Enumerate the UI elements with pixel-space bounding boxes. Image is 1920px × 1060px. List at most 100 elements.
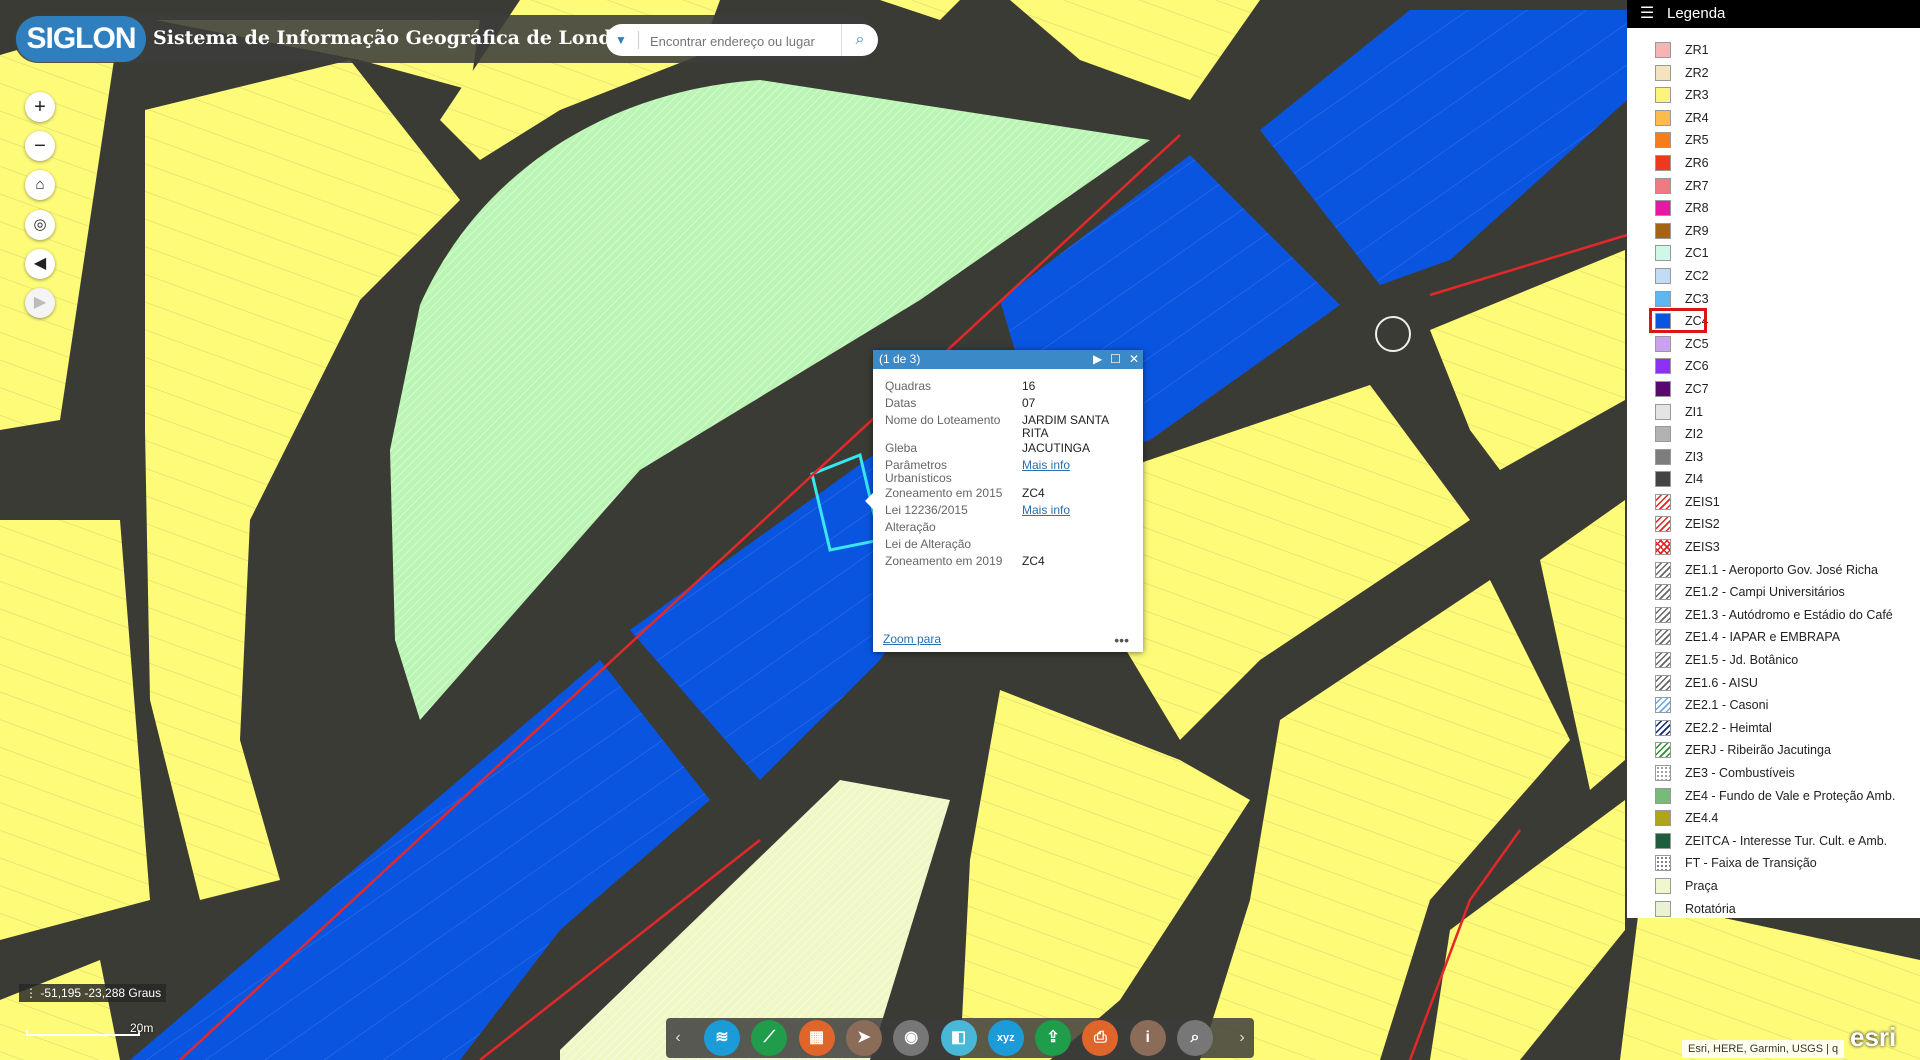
- legend-swatch: [1655, 765, 1671, 781]
- legend-list-icon[interactable]: ☰: [1627, 0, 1667, 28]
- legend-label: ZE4.4: [1685, 811, 1719, 826]
- legend-swatch: [1655, 245, 1671, 262]
- legend-item: ZC7: [1655, 378, 1920, 401]
- legend-swatch: [1655, 132, 1671, 149]
- toolbar-next-icon[interactable]: ›: [1230, 1018, 1254, 1058]
- feature-popup: (1 de 3) ▶ ☐ ✕ Quadras 16 Datas 07 Nome do Lot…: [865, 350, 1143, 652]
- xyz-icon[interactable]: xyz: [987, 1020, 1024, 1056]
- tool-glyph: ≋: [715, 1029, 729, 1046]
- coordinate-icon[interactable]: ⋮: [25, 986, 40, 1000]
- legend-item: Rotatória: [1655, 898, 1920, 921]
- legend-label: ZE2.1 - Casoni: [1685, 698, 1769, 713]
- legend-item: ZE1.3 - Autódromo e Estádio do Café: [1655, 604, 1920, 627]
- about-icon[interactable]: i: [1129, 1020, 1166, 1056]
- popup-field-label: Gleba: [885, 441, 918, 455]
- zoom-out-button[interactable]: −: [25, 131, 55, 161]
- search-icon[interactable]: ⌕: [841, 24, 878, 56]
- legend-item: FT - Faixa de Transição: [1655, 852, 1920, 875]
- zone-block[interactable]: [0, 520, 150, 940]
- legend-label: ZI1: [1685, 404, 1704, 419]
- legend-label: ZE1.5 - Jd. Botânico: [1685, 653, 1799, 668]
- my-location-icon[interactable]: ◎: [25, 210, 55, 240]
- zone-block[interactable]: [1430, 250, 1625, 470]
- measure-icon[interactable]: ⟋: [751, 1020, 788, 1056]
- legend-label: ZI3: [1685, 449, 1704, 464]
- swipe-icon[interactable]: ◧: [940, 1020, 977, 1056]
- zone-block-zc4[interactable]: [1260, 10, 1627, 285]
- popup-field-label: Quadras: [885, 379, 932, 393]
- legend-swatch: [1655, 335, 1671, 352]
- share-icon[interactable]: ⇪: [1035, 1020, 1072, 1056]
- basemap-gallery-icon[interactable]: ▦: [798, 1020, 835, 1056]
- legend-swatch: [1655, 358, 1671, 375]
- filter-icon[interactable]: ➤: [845, 1020, 882, 1056]
- zone-block[interactable]: [1010, 0, 1260, 100]
- siglon-logo[interactable]: SIGLON: [16, 16, 146, 62]
- previous-extent-icon[interactable]: ◀: [25, 249, 55, 279]
- legend-item: ZC5: [1655, 333, 1920, 356]
- popup-field-value: JARDIM SANTA RITA: [1022, 413, 1109, 440]
- legend-label: ZC5: [1685, 336, 1709, 351]
- zone-block[interactable]: [0, 960, 120, 1060]
- tool-glyph: xyz: [996, 1032, 1015, 1044]
- legend-swatch: [1655, 313, 1671, 330]
- legend-label: ZR3: [1685, 88, 1709, 103]
- search-input[interactable]: [648, 30, 842, 52]
- legend-label: ZR2: [1685, 65, 1709, 80]
- close-icon[interactable]: ✕: [1129, 352, 1139, 366]
- legend-item: ZE4 - Fundo de Vale e Proteção Amb.: [1655, 785, 1920, 808]
- legend-label: ZC2: [1685, 268, 1709, 283]
- next-extent-icon[interactable]: ▶: [25, 288, 55, 318]
- legend-item: ZE1.2 - Campi Universitários: [1655, 581, 1920, 604]
- legend-item: ZE1.5 - Jd. Botânico: [1655, 649, 1920, 672]
- zoom-in-button[interactable]: +: [25, 92, 55, 122]
- zone-block[interactable]: [0, 20, 120, 430]
- tool-glyph: i: [1145, 1029, 1150, 1046]
- location-icon[interactable]: ◉: [893, 1020, 930, 1056]
- legend-list: ZR1 ZR2 ZR3 ZR4 ZR5 ZR6 ZR7 ZR8 ZR9 ZC1 ZC2 ZC3 ZC4 Z…: [1649, 39, 1920, 921]
- legend-swatch: [1655, 787, 1671, 804]
- more-actions-icon[interactable]: •••: [1114, 632, 1129, 648]
- popup-field-value: ZC4: [1022, 486, 1045, 500]
- legend-item: ZR8: [1655, 197, 1920, 220]
- zone-block[interactable]: [960, 690, 1250, 1060]
- legend-swatch: [1655, 222, 1671, 239]
- legend-label: ZC3: [1685, 291, 1709, 306]
- legend-label: ZE1.3 - Autódromo e Estádio do Café: [1685, 607, 1893, 622]
- next-feature-icon[interactable]: ▶: [1093, 352, 1102, 366]
- search-source-dropdown-icon[interactable]: ▼: [606, 24, 636, 56]
- legend-label: ZE1.4 - IAPAR e EMBRAPA: [1685, 630, 1841, 645]
- legend-item: ZE1.4 - IAPAR e EMBRAPA: [1655, 626, 1920, 649]
- legend-item: ZEIS1: [1655, 491, 1920, 514]
- legend-label: ZR1: [1685, 43, 1709, 57]
- scale-bar: 20m: [26, 1020, 153, 1038]
- legend-item: ZEIS2: [1655, 513, 1920, 536]
- legend-item: ZC1: [1655, 242, 1920, 265]
- layers-icon[interactable]: ≋: [704, 1020, 740, 1056]
- legend-label: ZR5: [1685, 133, 1709, 148]
- legend-swatch: [1655, 584, 1671, 601]
- legend-swatch: [1655, 652, 1671, 669]
- query-icon[interactable]: ⌕: [1177, 1020, 1213, 1056]
- popup-field-value: 07: [1022, 396, 1036, 410]
- legend-item: ZC4: [1649, 308, 1920, 333]
- legend-item: ZE2.1 - Casoni: [1655, 694, 1920, 717]
- search-box: ▼ ⌕: [606, 24, 878, 56]
- tool-glyph: ◧: [950, 1029, 967, 1046]
- legend-item: Praça: [1655, 875, 1920, 898]
- legend-label: ZI2: [1685, 427, 1704, 442]
- legend-swatch: [1655, 109, 1671, 126]
- toolbar-prev-icon[interactable]: ‹: [666, 1018, 690, 1058]
- legend-swatch: [1655, 64, 1671, 81]
- home-icon[interactable]: ⌂: [25, 170, 55, 200]
- zoom-to-link[interactable]: Zoom para: [883, 632, 941, 646]
- popup-field-label: Zoneamento em 2019: [885, 554, 1003, 568]
- legend-swatch: [1655, 674, 1671, 691]
- maximize-icon[interactable]: ☐: [1110, 352, 1121, 366]
- legend-header: ☰ Legenda: [1627, 0, 1920, 28]
- legend-item: ZC6: [1655, 355, 1920, 378]
- mais-info-link[interactable]: Mais info: [1022, 458, 1070, 472]
- mais-info-link[interactable]: Mais info: [1022, 503, 1070, 517]
- legend-swatch: [1655, 471, 1671, 488]
- print-icon[interactable]: ⎙: [1082, 1020, 1119, 1056]
